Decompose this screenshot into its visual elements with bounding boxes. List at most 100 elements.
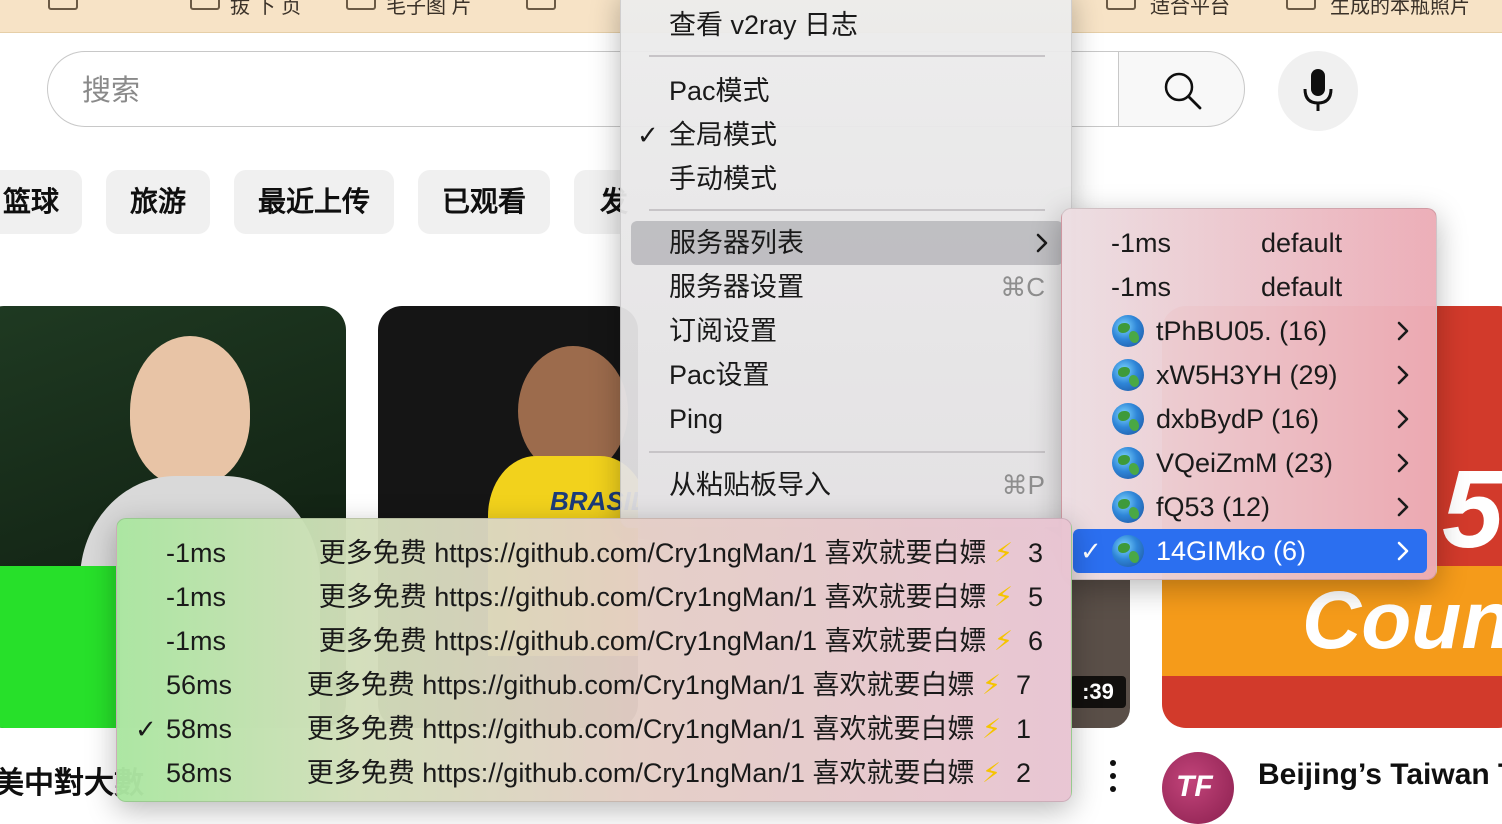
menu-item-view-log[interactable]: 查看 v2ray 日志 bbox=[621, 3, 1073, 47]
chevron-right-icon bbox=[1397, 453, 1409, 473]
node-description: 更多免费 https://github.com/Cry1ngMan/1 喜欢就要… bbox=[318, 538, 1043, 568]
server-group: default bbox=[1261, 228, 1343, 258]
chevron-right-icon bbox=[1397, 409, 1409, 429]
node-description: 更多免费 https://github.com/Cry1ngMan/1 喜欢就要… bbox=[318, 626, 1043, 656]
more-options-icon[interactable] bbox=[1108, 760, 1118, 794]
bookmark-folder-icon[interactable] bbox=[526, 0, 556, 10]
lightning-icon: ⚡ bbox=[993, 538, 1013, 568]
search-button[interactable] bbox=[1118, 51, 1245, 127]
chevron-right-icon bbox=[1397, 321, 1409, 341]
thumbnail-face bbox=[130, 336, 250, 486]
lightning-icon: ⚡ bbox=[981, 758, 1001, 788]
menu-separator bbox=[649, 209, 1045, 211]
chip-travel[interactable]: 旅游 bbox=[106, 170, 210, 234]
server-node-submenu: -1ms 更多免费 https://github.com/Cry1ngMan/1… bbox=[116, 518, 1072, 802]
lightning-icon: ⚡ bbox=[993, 626, 1013, 656]
bookmark-label[interactable]: 拔 下 页 bbox=[230, 0, 301, 19]
server-item[interactable]: -1ms default bbox=[1062, 265, 1438, 309]
menu-item-server-list[interactable]: 服务器列表 bbox=[631, 221, 1063, 265]
menu-item-pac-settings[interactable]: Pac设置 bbox=[621, 353, 1073, 397]
globe-icon bbox=[1112, 359, 1144, 391]
bookmark-label[interactable]: 生成的本瓶照片 bbox=[1330, 0, 1470, 19]
server-group-item[interactable]: tPhBU05. (16) bbox=[1062, 309, 1438, 353]
voice-search-button[interactable] bbox=[1278, 51, 1358, 131]
node-item[interactable]: 56ms 更多免费 https://github.com/Cry1ngMan/1… bbox=[117, 663, 1073, 707]
node-description: 更多免费 https://github.com/Cry1ngMan/1 喜欢就要… bbox=[318, 582, 1043, 612]
search-input[interactable] bbox=[80, 70, 584, 112]
globe-icon bbox=[1112, 315, 1144, 347]
menu-item-pac-mode[interactable]: Pac模式 bbox=[621, 69, 1073, 113]
bookmark-folder-icon[interactable] bbox=[48, 0, 78, 10]
chevron-right-icon bbox=[1397, 497, 1409, 517]
shortcut-label: ⌘P bbox=[1001, 470, 1045, 500]
video-duration: :39 bbox=[1070, 676, 1126, 708]
node-number: 7 bbox=[1015, 670, 1031, 700]
node-number: 6 bbox=[1027, 626, 1043, 656]
shortcut-label: ⌘C bbox=[1000, 272, 1045, 302]
bookmark-label[interactable]: 适合平台 bbox=[1150, 0, 1230, 19]
menu-item-global-mode[interactable]: ✓ 全局模式 bbox=[621, 113, 1073, 157]
bookmark-folder-icon[interactable] bbox=[1106, 0, 1136, 10]
menu-item-manual-mode[interactable]: 手动模式 bbox=[621, 157, 1073, 201]
checkmark-icon: ✓ bbox=[135, 714, 157, 744]
bookmark-folder-icon[interactable] bbox=[1286, 0, 1316, 10]
menu-item-server-settings[interactable]: 服务器设置 ⌘C bbox=[621, 265, 1073, 309]
microphone-icon bbox=[1303, 69, 1333, 111]
node-number: 3 bbox=[1027, 538, 1043, 568]
server-item[interactable]: -1ms default bbox=[1062, 221, 1438, 265]
node-item[interactable]: -1ms 更多免费 https://github.com/Cry1ngMan/1… bbox=[117, 575, 1073, 619]
chevron-right-icon bbox=[1397, 365, 1409, 385]
node-item[interactable]: 58ms 更多免费 https://github.com/Cry1ngMan/1… bbox=[117, 751, 1073, 795]
bookmark-label[interactable]: 毛子图 片 bbox=[386, 0, 472, 19]
node-latency: -1ms bbox=[166, 626, 226, 656]
chip-basketball[interactable]: 篮球 bbox=[0, 170, 82, 234]
node-item[interactable]: -1ms 更多免费 https://github.com/Cry1ngMan/1… bbox=[117, 619, 1073, 663]
chip-watched[interactable]: 已观看 bbox=[418, 170, 550, 234]
video-title[interactable]: Beijing’s Taiwan T bbox=[1258, 758, 1502, 792]
menu-item-ping[interactable]: Ping bbox=[621, 397, 1073, 441]
thumbnail-text: Coun bbox=[1302, 575, 1502, 666]
server-latency: -1ms bbox=[1111, 272, 1171, 302]
video-thumbnail[interactable]: :39 bbox=[1070, 580, 1130, 728]
server-group: default bbox=[1261, 272, 1343, 302]
node-item[interactable]: -1ms 更多免费 https://github.com/Cry1ngMan/1… bbox=[117, 531, 1073, 575]
lightning-icon: ⚡ bbox=[981, 670, 1001, 700]
server-list-submenu: -1ms default -1ms default tPhBU05. (16) … bbox=[1061, 208, 1437, 580]
server-group-item[interactable]: VQeiZmM (23) bbox=[1062, 441, 1438, 485]
chevron-right-icon bbox=[1036, 233, 1048, 253]
menu-item-import-clipboard[interactable]: 从粘贴板导入 ⌘P bbox=[621, 463, 1073, 507]
checkmark-icon: ✓ bbox=[637, 120, 659, 150]
lightning-icon: ⚡ bbox=[981, 714, 1001, 744]
node-latency: -1ms bbox=[166, 582, 226, 612]
bookmark-folder-icon[interactable] bbox=[190, 0, 220, 10]
server-group-item-selected[interactable]: ✓ 14GIMko (6) bbox=[1073, 529, 1427, 573]
server-group-item[interactable]: xW5H3YH (29) bbox=[1062, 353, 1438, 397]
node-latency: 58ms bbox=[166, 758, 233, 788]
node-number: 1 bbox=[1015, 714, 1031, 744]
thumbnail-number: 5 bbox=[1442, 448, 1502, 571]
chevron-right-icon bbox=[1397, 541, 1409, 561]
menu-item-subscription-settings[interactable]: 订阅设置 bbox=[621, 309, 1073, 353]
globe-icon bbox=[1112, 535, 1144, 567]
globe-icon bbox=[1112, 403, 1144, 435]
checkmark-icon: ✓ bbox=[1080, 536, 1102, 566]
channel-avatar[interactable]: TF bbox=[1162, 752, 1234, 824]
node-latency: 56ms bbox=[166, 670, 233, 700]
node-description: 更多免费 https://github.com/Cry1ngMan/1 喜欢就要… bbox=[306, 714, 1031, 744]
chip-recently-uploaded[interactable]: 最近上传 bbox=[234, 170, 394, 234]
node-item-selected[interactable]: ✓ 58ms 更多免费 https://github.com/Cry1ngMan… bbox=[117, 707, 1073, 751]
globe-icon bbox=[1112, 491, 1144, 523]
bookmark-folder-icon[interactable] bbox=[346, 0, 376, 10]
lightning-icon: ⚡ bbox=[993, 582, 1013, 612]
server-group-item[interactable]: fQ53 (12) bbox=[1062, 485, 1438, 529]
search-icon bbox=[1164, 72, 1202, 110]
node-number: 5 bbox=[1027, 582, 1043, 612]
node-latency: -1ms bbox=[166, 538, 226, 568]
v2ray-menu: 查看 v2ray 日志 Pac模式 ✓ 全局模式 手动模式 服务器列表 服务器设… bbox=[620, 0, 1072, 528]
menu-separator bbox=[649, 451, 1045, 453]
globe-icon bbox=[1112, 447, 1144, 479]
server-group-item[interactable]: dxbBydP (16) bbox=[1062, 397, 1438, 441]
server-latency: -1ms bbox=[1111, 228, 1171, 258]
node-number: 2 bbox=[1015, 758, 1031, 788]
node-description: 更多免费 https://github.com/Cry1ngMan/1 喜欢就要… bbox=[306, 670, 1031, 700]
